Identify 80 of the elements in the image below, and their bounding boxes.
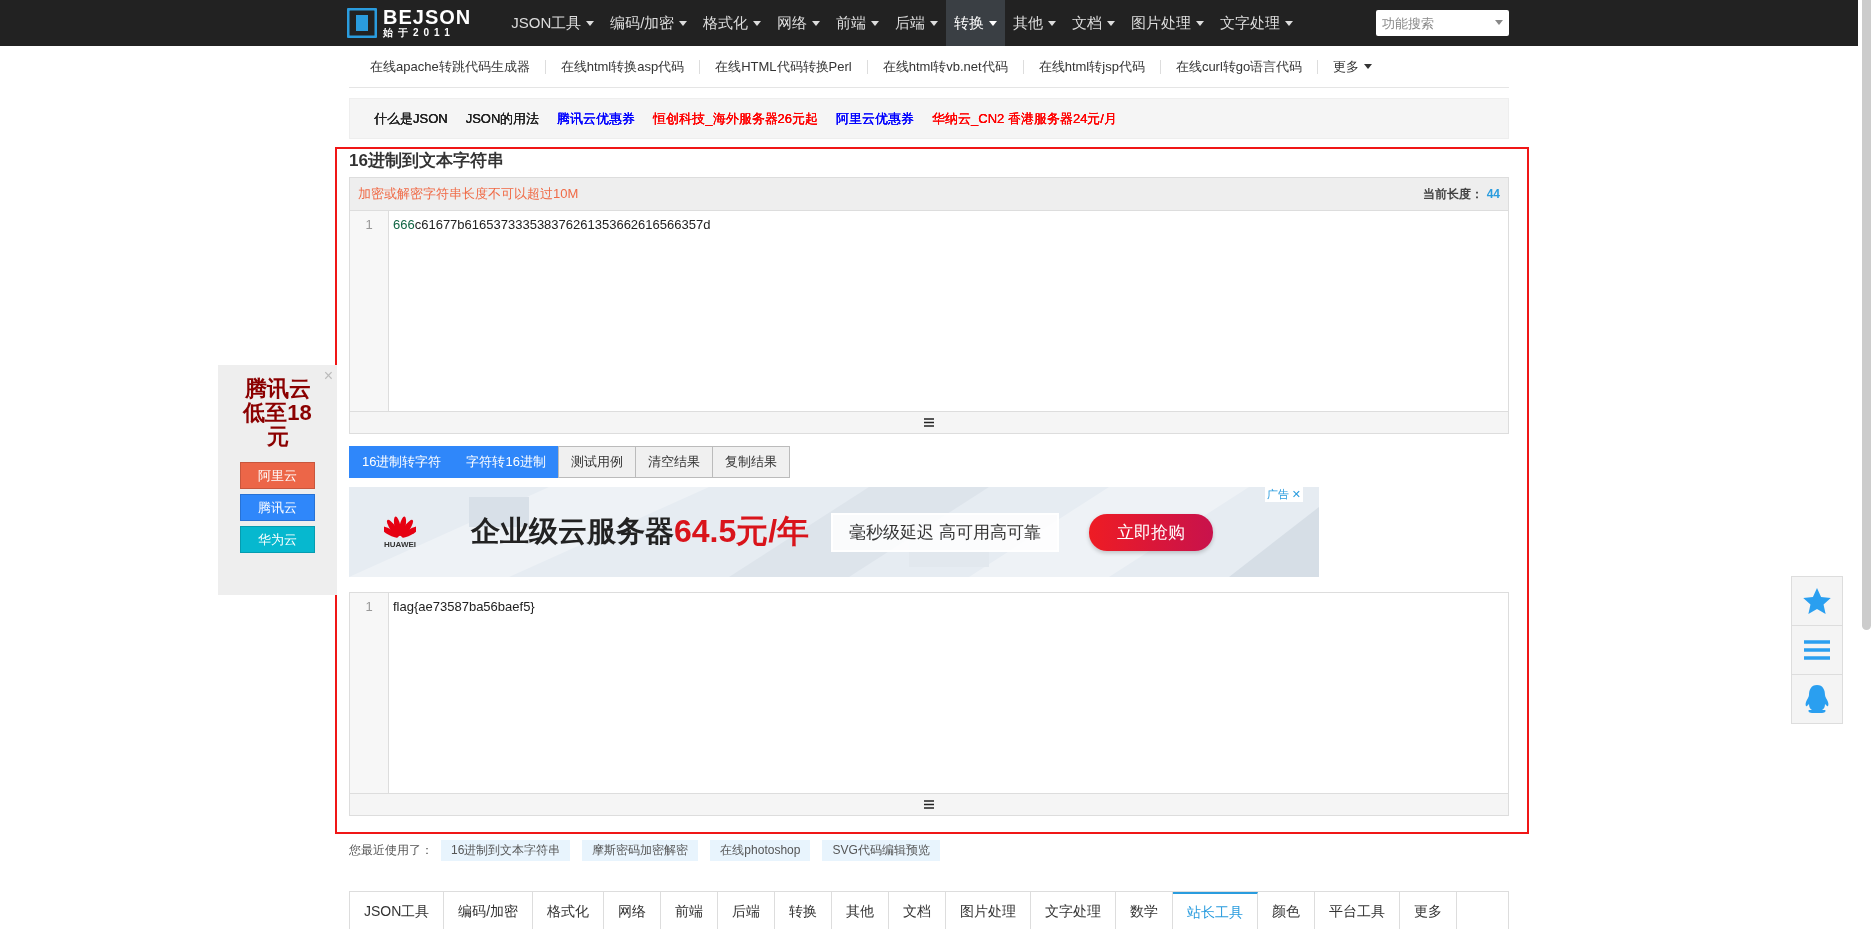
recent-tool-link[interactable]: SVG代码编辑预览 — [822, 840, 940, 861]
line-number: 1 — [364, 216, 374, 234]
banner-tagline: 毫秒级延迟 高可用高可靠 — [831, 512, 1059, 552]
nav-item[interactable]: 网络 — [769, 0, 829, 46]
action-button[interactable]: 16进制转字符 — [349, 446, 455, 478]
ad-link[interactable]: 恒创科技_海外服务器26元起 — [644, 109, 828, 128]
resize-handle[interactable] — [350, 793, 1508, 815]
caret-icon — [930, 20, 939, 26]
ad-headline: 腾讯云低至18元 — [241, 377, 313, 449]
menu-icon — [1804, 640, 1830, 660]
resize-handle[interactable] — [350, 411, 1508, 433]
caret-icon — [1107, 20, 1116, 26]
nav-item[interactable]: JSON工具 — [503, 0, 603, 46]
menu-icon — [924, 418, 934, 427]
cloud-link[interactable]: 腾讯云 — [240, 494, 315, 521]
penguin-icon — [1804, 685, 1830, 713]
caret-icon — [1364, 64, 1373, 69]
nav-item[interactable]: 编码/加密 — [602, 0, 696, 46]
nav-item[interactable]: 前端 — [828, 0, 888, 46]
ad-link[interactable]: JSON的用法 — [456, 109, 549, 128]
length-notice: 加密或解密字符串长度不可以超过10M — [358, 185, 579, 203]
search-field[interactable]: 功能搜索 — [1376, 10, 1509, 36]
menu-button[interactable] — [1791, 625, 1843, 675]
ad-label: 广告 ✕ — [1264, 487, 1303, 502]
qq-button[interactable] — [1791, 674, 1843, 724]
nav-item[interactable]: 图片处理 — [1123, 0, 1213, 46]
nav-item[interactable]: 文字处理 — [1212, 0, 1302, 46]
action-button[interactable]: 清空结果 — [634, 446, 713, 478]
action-button[interactable]: 复制结果 — [711, 446, 790, 478]
caret-icon — [586, 20, 595, 26]
buy-now-button[interactable]: 立即抢购 — [1088, 513, 1213, 551]
brand-name: HUAWEI — [384, 539, 416, 549]
recent-label: 您最近使用了： — [349, 842, 433, 859]
ad-link[interactable]: 阿里云优惠券 — [827, 109, 924, 128]
code-line[interactable]: 666c61677b616537333538376261353662616566357d — [393, 215, 1504, 235]
subnav-link[interactable]: 在线html转jsp代码 — [1023, 59, 1161, 74]
caret-icon — [1196, 20, 1205, 26]
banner-price: 64.5元/年 — [674, 512, 810, 551]
star-icon — [1803, 587, 1831, 615]
length-label: 当前长度： — [1422, 185, 1483, 203]
page-title: 16进制到文本字符串 — [349, 150, 505, 172]
nav-item[interactable]: 转换 — [946, 0, 1006, 46]
logo-icon — [347, 8, 377, 38]
caret-icon — [871, 20, 880, 26]
caret-icon — [679, 20, 688, 26]
recent-tool-link[interactable]: 16进制到文本字符串 — [441, 840, 571, 861]
ad-link[interactable]: 什么是JSON — [365, 109, 457, 128]
code-line[interactable]: flag{ae73587ba56baef5} — [393, 597, 1504, 617]
length-value: 44 — [1486, 187, 1500, 201]
ad-link[interactable]: 华纳云_CN2 香港服务器24元/月 — [923, 109, 1126, 128]
nav-item[interactable]: 文档 — [1064, 0, 1124, 46]
caret-icon — [989, 20, 998, 26]
ad-banner[interactable]: HUAWEI 企业级云服务器64.5元/年 毫秒级延迟 高可用高可靠 立即抢购 广告 ✕ — [349, 487, 1319, 577]
nav-item[interactable]: 后端 — [887, 0, 947, 46]
logo-text: BEJSON — [383, 7, 472, 27]
subnav-link[interactable]: 在线apache转跳代码生成器 — [355, 59, 546, 74]
nav-item[interactable]: 格式化 — [695, 0, 770, 46]
more-menu[interactable]: 更多 — [1318, 59, 1388, 74]
menu-icon — [924, 800, 934, 809]
favorite-button[interactable] — [1791, 576, 1843, 626]
caret-icon — [1048, 20, 1057, 26]
ad-link[interactable]: 腾讯云优惠券 — [548, 109, 645, 128]
action-button[interactable]: 测试用例 — [557, 446, 636, 478]
nav-item[interactable]: 其他 — [1005, 0, 1065, 46]
caret-icon — [812, 20, 821, 26]
caret-icon — [1285, 20, 1294, 26]
scrollbar-thumb[interactable] — [1862, 0, 1871, 630]
subnav-link[interactable]: 在线curl转go语言代码 — [1160, 59, 1319, 74]
subnav-link[interactable]: 在线html转换asp代码 — [545, 59, 701, 74]
banner-headline: 企业级云服务器 — [471, 514, 674, 549]
action-button[interactable]: 字符转16进制 — [453, 446, 559, 478]
petal-logo-icon — [384, 515, 416, 540]
subnav-link[interactable]: 在线html转vb.net代码 — [867, 59, 1024, 74]
subnav-link[interactable]: 在线HTML代码转换Perl — [700, 59, 868, 74]
logo-tagline: 始于2011 — [383, 27, 456, 39]
caret-icon — [753, 20, 762, 26]
recent-tool-link[interactable]: 在线photoshop — [710, 840, 811, 861]
caret-icon — [1495, 20, 1503, 25]
line-number: 1 — [364, 598, 374, 616]
recent-tool-link[interactable]: 摩斯密码加密解密 — [582, 840, 699, 861]
